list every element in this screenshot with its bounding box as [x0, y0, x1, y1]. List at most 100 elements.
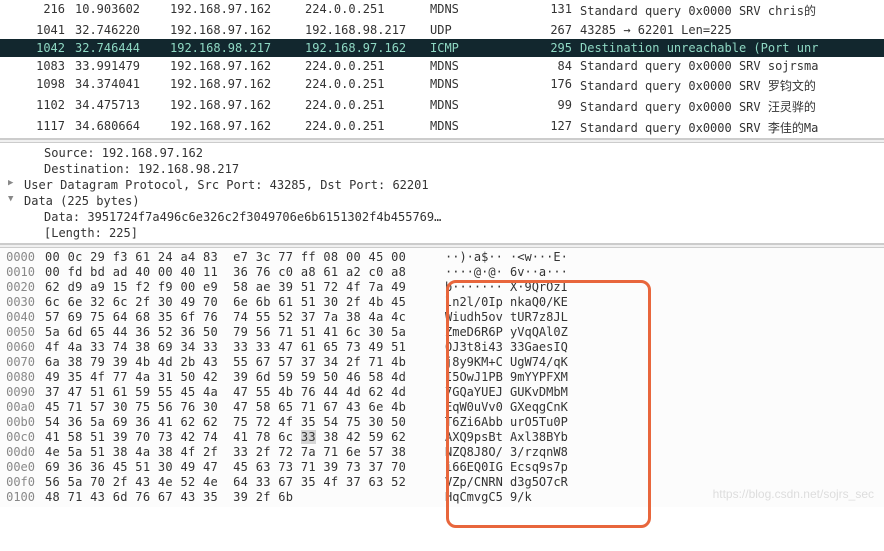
hex-bytes: 6c 6e 32 6c 2f 30 49 70 6e 6b 61 51 30 2… — [45, 295, 445, 310]
cell-no: 216 — [0, 2, 75, 19]
cell-src: 192.168.97.162 — [170, 23, 305, 37]
hex-bytes: 6a 38 79 39 4b 4d 2b 43 55 67 57 37 34 2… — [45, 355, 445, 370]
hex-bytes: 00 fd bd ad 40 00 40 11 36 76 c0 a8 61 a… — [45, 265, 445, 280]
hex-row[interactable]: 001000 fd bd ad 40 00 40 11 36 76 c0 a8 … — [0, 265, 884, 280]
packet-row[interactable]: 110234.475713192.168.97.162224.0.0.251MD… — [0, 96, 884, 117]
cell-len: 127 — [530, 119, 580, 136]
hex-ascii: b······· X·9QrOzI — [445, 280, 568, 295]
hex-row[interactable]: 00b054 36 5a 69 36 41 62 62 75 72 4f 35 … — [0, 415, 884, 430]
cell-dst: 224.0.0.251 — [305, 77, 430, 94]
packet-row[interactable]: 21610.903602192.168.97.162224.0.0.251MDN… — [0, 0, 884, 21]
hex-bytes: 49 35 4f 77 4a 31 50 42 39 6d 59 59 50 4… — [45, 370, 445, 385]
detail-udp[interactable]: ▶ User Datagram Protocol, Src Port: 4328… — [0, 177, 884, 193]
cell-dst: 224.0.0.251 — [305, 98, 430, 115]
packet-row[interactable]: 104232.746444192.168.98.217192.168.97.16… — [0, 39, 884, 57]
hex-offset: 00f0 — [0, 475, 45, 490]
cell-no: 1083 — [0, 59, 75, 73]
hex-offset: 0040 — [0, 310, 45, 325]
hex-ascii: ····@·@· 6v··a··· — [445, 265, 568, 280]
cell-no: 1042 — [0, 41, 75, 55]
hex-bytes: 5a 6d 65 44 36 52 36 50 79 56 71 51 41 6… — [45, 325, 445, 340]
cell-src: 192.168.97.162 — [170, 2, 305, 19]
cell-info: Standard query 0x0000 SRV chris的 — [580, 2, 884, 19]
packet-row[interactable]: 104132.746220192.168.97.162192.168.98.21… — [0, 21, 884, 39]
cell-dst: 224.0.0.251 — [305, 2, 430, 19]
packet-row[interactable]: 111734.680664192.168.97.162224.0.0.251MD… — [0, 117, 884, 138]
cell-dst: 192.168.98.217 — [305, 23, 430, 37]
cell-info: Standard query 0x0000 SRV sojrsma — [580, 59, 884, 73]
hex-row[interactable]: 00d04e 5a 51 38 4a 38 4f 2f 33 2f 72 7a … — [0, 445, 884, 460]
cell-len: 295 — [530, 41, 580, 55]
packet-details[interactable]: Source: 192.168.97.162 Destination: 192.… — [0, 143, 884, 244]
hex-row[interactable]: 00604f 4a 33 74 38 69 34 33 33 33 47 61 … — [0, 340, 884, 355]
hex-ascii: 7GQaYUEJ GUKvDMbM — [445, 385, 568, 400]
cell-src: 192.168.97.162 — [170, 98, 305, 115]
cell-no: 1041 — [0, 23, 75, 37]
hex-ascii: i66EQ0IG Ecsq9s7p — [445, 460, 568, 475]
hex-row[interactable]: 008049 35 4f 77 4a 31 50 42 39 6d 59 59 … — [0, 370, 884, 385]
cell-info: Standard query 0x0000 SRV 罗钧文的 — [580, 77, 884, 94]
cell-proto: MDNS — [430, 119, 530, 136]
cell-time: 34.374041 — [75, 77, 170, 94]
cell-proto: MDNS — [430, 98, 530, 115]
hex-bytes: 4e 5a 51 38 4a 38 4f 2f 33 2f 72 7a 71 6… — [45, 445, 445, 460]
hex-row[interactable]: 00c041 58 51 39 70 73 42 74 41 78 6c 33 … — [0, 430, 884, 445]
detail-data-length[interactable]: [Length: 225] — [0, 225, 884, 241]
hex-offset: 00e0 — [0, 460, 45, 475]
detail-destination[interactable]: Destination: 192.168.98.217 — [0, 161, 884, 177]
cell-time: 34.475713 — [75, 98, 170, 115]
cell-no: 1102 — [0, 98, 75, 115]
hex-offset: 0070 — [0, 355, 45, 370]
hex-ascii: j8y9KM+C UgW74/qK — [445, 355, 568, 370]
hex-ascii: VZp/CNRN d3g5O7cR — [445, 475, 568, 490]
hex-ascii: ··)·a$·· ·<w···E· — [445, 250, 568, 265]
cell-proto: MDNS — [430, 59, 530, 73]
hex-offset: 0000 — [0, 250, 45, 265]
watermark-text: https://blog.csdn.net/sojrs_sec — [713, 487, 874, 501]
cell-dst: 224.0.0.251 — [305, 59, 430, 73]
hex-offset: 00d0 — [0, 445, 45, 460]
hex-ascii: OJ3t8i43 33GaesIQ — [445, 340, 568, 355]
hex-ascii: HqCmvgC5 9/k — [445, 490, 532, 505]
hex-row[interactable]: 009037 47 51 61 59 55 45 4a 47 55 4b 76 … — [0, 385, 884, 400]
cell-info: Standard query 0x0000 SRV 李佳的Ma — [580, 119, 884, 136]
hex-offset: 0080 — [0, 370, 45, 385]
detail-data-header-text: Data (225 bytes) — [24, 194, 140, 208]
cell-src: 192.168.98.217 — [170, 41, 305, 55]
hex-dump[interactable]: 000000 0c 29 f3 61 24 a4 83 e7 3c 77 ff … — [0, 248, 884, 507]
hex-row[interactable]: 000000 0c 29 f3 61 24 a4 83 e7 3c 77 ff … — [0, 250, 884, 265]
chevron-down-icon[interactable]: ▼ — [8, 194, 13, 204]
cell-time: 33.991479 — [75, 59, 170, 73]
hex-ascii: T6Zi6Abb urO5Tu0P — [445, 415, 568, 430]
detail-source[interactable]: Source: 192.168.97.162 — [0, 145, 884, 161]
chevron-right-icon[interactable]: ▶ — [8, 178, 13, 188]
hex-offset: 00b0 — [0, 415, 45, 430]
packet-list[interactable]: 21610.903602192.168.97.162224.0.0.251MDN… — [0, 0, 884, 139]
hex-offset: 0020 — [0, 280, 45, 295]
cell-src: 192.168.97.162 — [170, 59, 305, 73]
hex-row[interactable]: 00306c 6e 32 6c 2f 30 49 70 6e 6b 61 51 … — [0, 295, 884, 310]
hex-bytes: 48 71 43 6d 76 67 43 35 39 2f 6b — [45, 490, 445, 505]
cell-time: 34.680664 — [75, 119, 170, 136]
hex-ascii: I5OwJ1PB 9mYYPFXM — [445, 370, 568, 385]
hex-row[interactable]: 00a045 71 57 30 75 56 76 30 47 58 65 71 … — [0, 400, 884, 415]
hex-row[interactable]: 004057 69 75 64 68 35 6f 76 74 55 52 37 … — [0, 310, 884, 325]
cell-time: 10.903602 — [75, 2, 170, 19]
hex-row[interactable]: 00e069 36 36 45 51 30 49 47 45 63 73 71 … — [0, 460, 884, 475]
hex-ascii: ZmeD6R6P yVqQAl0Z — [445, 325, 568, 340]
hex-row[interactable]: 002062 d9 a9 15 f2 f9 00 e9 58 ae 39 51 … — [0, 280, 884, 295]
cell-len: 176 — [530, 77, 580, 94]
cell-info: 43285 → 62201 Len=225 — [580, 23, 884, 37]
hex-bytes: 69 36 36 45 51 30 49 47 45 63 73 71 39 7… — [45, 460, 445, 475]
cell-no: 1098 — [0, 77, 75, 94]
hex-bytes: 54 36 5a 69 36 41 62 62 75 72 4f 35 54 7… — [45, 415, 445, 430]
detail-data-value[interactable]: Data: 3951724f7a496c6e326c2f3049706e6b61… — [0, 209, 884, 225]
cell-no: 1117 — [0, 119, 75, 136]
hex-row[interactable]: 00505a 6d 65 44 36 52 36 50 79 56 71 51 … — [0, 325, 884, 340]
cell-len: 99 — [530, 98, 580, 115]
packet-row[interactable]: 109834.374041192.168.97.162224.0.0.251MD… — [0, 75, 884, 96]
detail-data-header[interactable]: ▼ Data (225 bytes) — [0, 193, 884, 209]
cell-proto: UDP — [430, 23, 530, 37]
packet-row[interactable]: 108333.991479192.168.97.162224.0.0.251MD… — [0, 57, 884, 75]
hex-row[interactable]: 00706a 38 79 39 4b 4d 2b 43 55 67 57 37 … — [0, 355, 884, 370]
